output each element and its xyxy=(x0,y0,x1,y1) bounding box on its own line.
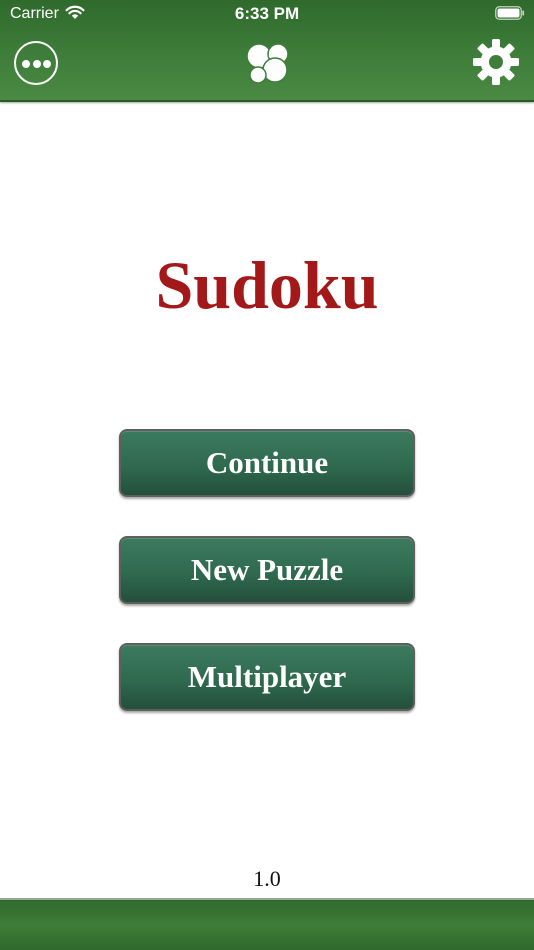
ellipsis-circle-icon xyxy=(22,60,30,68)
app-screen: Carrier 6:33 PM Sudoku Continue New Puzz… xyxy=(0,0,534,950)
multiplayer-button[interactable]: Multiplayer xyxy=(119,643,415,711)
ellipsis-dot xyxy=(43,60,51,68)
continue-button[interactable]: Continue xyxy=(119,429,415,497)
bottom-bar xyxy=(0,898,534,950)
status-time: 6:33 PM xyxy=(234,4,300,23)
game-center-icon[interactable] xyxy=(245,40,291,84)
ellipsis-dot xyxy=(32,60,41,68)
more-options-button[interactable] xyxy=(14,41,58,85)
new-puzzle-button[interactable]: New Puzzle xyxy=(119,536,415,604)
battery-icon xyxy=(495,6,525,20)
gear-icon[interactable] xyxy=(472,38,520,86)
status-bar: Carrier 6:33 PM xyxy=(0,0,534,28)
top-navigation-bar: Carrier 6:33 PM xyxy=(0,0,534,102)
version-label: 1.0 xyxy=(253,866,281,891)
app-title: Sudoku xyxy=(155,247,379,323)
